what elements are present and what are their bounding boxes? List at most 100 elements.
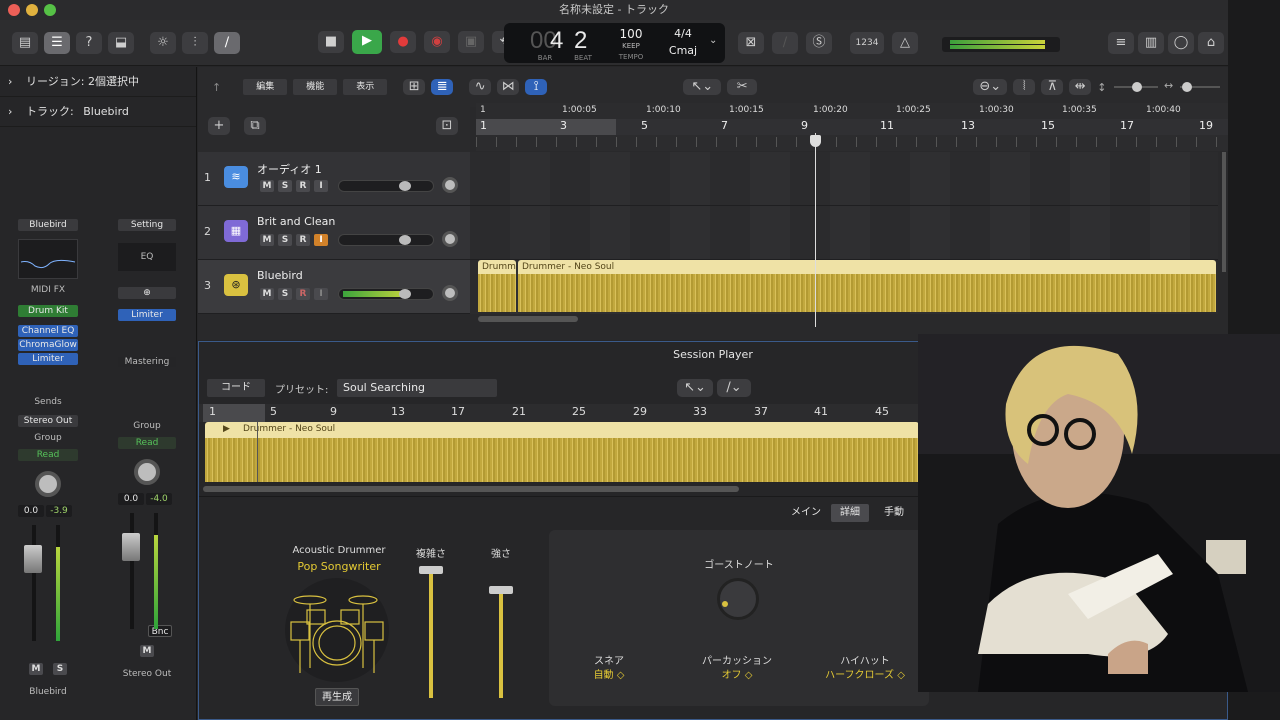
drummer-region-1[interactable]: Drumm bbox=[478, 260, 516, 312]
duplicate-track-button[interactable]: ⧉ bbox=[244, 117, 266, 135]
solo-button[interactable]: S bbox=[278, 234, 292, 246]
track-pan-knob[interactable] bbox=[442, 231, 458, 247]
vertical-zoom-slider[interactable] bbox=[1114, 82, 1158, 92]
record-button[interactable]: ● bbox=[390, 31, 416, 53]
solo-button[interactable]: S bbox=[53, 663, 67, 675]
up-arrow-icon[interactable]: ↑ bbox=[212, 81, 221, 94]
minimize-window-button[interactable] bbox=[26, 4, 38, 16]
lcd-dropdown-icon[interactable]: ⌄ bbox=[709, 35, 717, 46]
view-menu[interactable]: 表示 bbox=[343, 79, 388, 95]
input-monitor-button[interactable]: I bbox=[314, 288, 328, 300]
track-header-3[interactable]: 3 ⊛ Bluebird M S R I bbox=[198, 260, 470, 314]
mute-button[interactable]: M bbox=[260, 288, 274, 300]
intensity-slider[interactable] bbox=[489, 586, 513, 698]
snare-selector[interactable]: 自動 ◇ bbox=[579, 666, 639, 681]
track-header-2[interactable]: 2 ▦ Brit and Clean M S R I bbox=[198, 206, 470, 260]
input-monitor-button[interactable]: I bbox=[314, 234, 328, 246]
track-volume-slider[interactable] bbox=[338, 180, 434, 192]
edit-menu[interactable]: 編集 bbox=[243, 79, 288, 95]
play-button[interactable]: ▶ bbox=[352, 30, 382, 54]
list-icon[interactable]: ≣ bbox=[431, 79, 454, 95]
track-name[interactable]: Bluebird bbox=[257, 269, 303, 282]
drum-kit-artwork[interactable] bbox=[285, 578, 389, 682]
drummer-region-2[interactable]: Drummer - Neo Soul bbox=[518, 260, 1216, 312]
percussion-selector[interactable]: オフ ◇ bbox=[689, 666, 785, 681]
smart-controls-icon[interactable]: ☼ bbox=[150, 32, 176, 54]
mixer-icon[interactable]: ⫶ bbox=[182, 32, 208, 54]
volume-fader[interactable] bbox=[118, 513, 176, 631]
notepad-icon[interactable]: ▥ bbox=[1138, 32, 1164, 54]
ghost-notes-knob[interactable] bbox=[717, 578, 759, 620]
input-monitor-button[interactable]: I bbox=[314, 180, 328, 192]
eq-thumbnail[interactable] bbox=[18, 239, 78, 279]
snap-icon[interactable]: ⊖⌄ bbox=[973, 79, 1008, 95]
horizontal-fit-icon[interactable]: ⇹ bbox=[1069, 79, 1092, 95]
mute-button[interactable]: M bbox=[140, 645, 154, 657]
horizontal-zoom-slider[interactable] bbox=[1180, 82, 1220, 92]
tuner-icon[interactable]: ∕ bbox=[772, 32, 798, 54]
metronome-icon[interactable]: △ bbox=[892, 32, 918, 54]
link-icon[interactable]: ⊕ bbox=[118, 287, 176, 299]
setting-button[interactable]: Setting bbox=[118, 219, 176, 231]
regenerate-button[interactable]: 再生成 bbox=[315, 688, 359, 706]
scissors-tool-icon[interactable]: ✂ bbox=[727, 79, 758, 95]
solo-button[interactable]: S bbox=[278, 180, 292, 192]
preset-selector[interactable]: Soul Searching bbox=[337, 379, 497, 397]
vertical-fit-icon[interactable]: ⊼ bbox=[1041, 79, 1064, 95]
track-volume-slider[interactable] bbox=[338, 288, 434, 300]
setting-button[interactable]: Bluebird bbox=[18, 219, 78, 231]
eq-slot[interactable]: EQ bbox=[118, 243, 176, 271]
fx-slot-chromaglow[interactable]: ChromaGlow bbox=[18, 339, 78, 351]
loop-browser-icon[interactable]: ⌂ bbox=[1198, 32, 1224, 54]
mute-button[interactable]: M bbox=[260, 234, 274, 246]
editors-icon[interactable]: ∕ bbox=[214, 32, 240, 54]
replace-tool-icon[interactable]: ⊠ bbox=[738, 32, 764, 54]
tab-details[interactable]: 詳細 bbox=[831, 504, 869, 522]
tab-main[interactable]: メイン bbox=[785, 504, 827, 522]
group-slot[interactable]: Group bbox=[118, 421, 176, 431]
automation-mode[interactable]: Read bbox=[18, 449, 78, 461]
pointer-tool-icon[interactable]: ↖⌄ bbox=[677, 379, 713, 397]
flex-icon[interactable]: ⋈ bbox=[497, 79, 520, 95]
catch-icon[interactable]: ⟟ bbox=[525, 79, 548, 95]
zoom-window-button[interactable] bbox=[44, 4, 56, 16]
record-enable-button[interactable]: R bbox=[296, 180, 310, 192]
pointer-tool-icon[interactable]: ↖⌄ bbox=[683, 79, 722, 95]
tab-manual[interactable]: 手動 bbox=[873, 504, 915, 522]
fx-slot-limiter[interactable]: Limiter bbox=[118, 309, 176, 321]
list-editors-icon[interactable]: ≡ bbox=[1108, 32, 1134, 54]
playhead[interactable] bbox=[815, 133, 816, 327]
help-icon[interactable]: ? bbox=[76, 32, 102, 54]
track-pan-knob[interactable] bbox=[442, 177, 458, 193]
stop-button[interactable]: ■ bbox=[318, 31, 344, 53]
automation-icon[interactable]: ∿ bbox=[469, 79, 492, 95]
inspector-icon[interactable]: ☰ bbox=[44, 32, 70, 54]
capture-record-button[interactable]: ◉ bbox=[424, 31, 450, 53]
drummer-name[interactable]: Pop Songwriter bbox=[279, 560, 399, 573]
region-play-icon[interactable]: ▶ bbox=[223, 424, 230, 434]
vertical-scrollbar[interactable] bbox=[1222, 152, 1226, 272]
instrument-slot[interactable]: Drum Kit bbox=[18, 305, 78, 317]
close-window-button[interactable] bbox=[8, 4, 20, 16]
browser-icon[interactable]: ◯ bbox=[1168, 32, 1194, 54]
playhead-handle[interactable] bbox=[810, 135, 821, 147]
fx-slot-channel-eq[interactable]: Channel EQ bbox=[18, 325, 78, 337]
track-name[interactable]: オーディオ 1 bbox=[257, 161, 322, 177]
add-track-button[interactable]: + bbox=[208, 117, 230, 135]
region-inspector-header[interactable]: › リージョン: 2個選択中 bbox=[0, 67, 196, 97]
replace-button[interactable]: ▣ bbox=[458, 31, 484, 53]
fx-slot-limiter[interactable]: Limiter bbox=[18, 353, 78, 365]
toolbar-icon[interactable]: ⬓ bbox=[108, 32, 134, 54]
session-scrollbar[interactable] bbox=[203, 486, 739, 492]
global-tracks-button[interactable]: ⊡ bbox=[436, 117, 458, 135]
volume-fader[interactable] bbox=[18, 525, 78, 643]
mute-button[interactable]: M bbox=[260, 180, 274, 192]
automation-mode[interactable]: Read bbox=[118, 437, 176, 449]
record-enable-button[interactable]: R bbox=[296, 288, 310, 300]
function-menu[interactable]: 機能 bbox=[293, 79, 338, 95]
waveform-zoom-icon[interactable]: ⦚ bbox=[1013, 79, 1036, 95]
hihat-selector[interactable]: ハーフクローズ ◇ bbox=[815, 666, 915, 681]
count-in-button[interactable]: 1234 bbox=[850, 32, 884, 54]
chord-menu[interactable]: コード bbox=[207, 379, 265, 397]
session-ruler[interactable]: 1 5 9 13 17 21 25 29 33 37 41 45 bbox=[199, 404, 919, 422]
